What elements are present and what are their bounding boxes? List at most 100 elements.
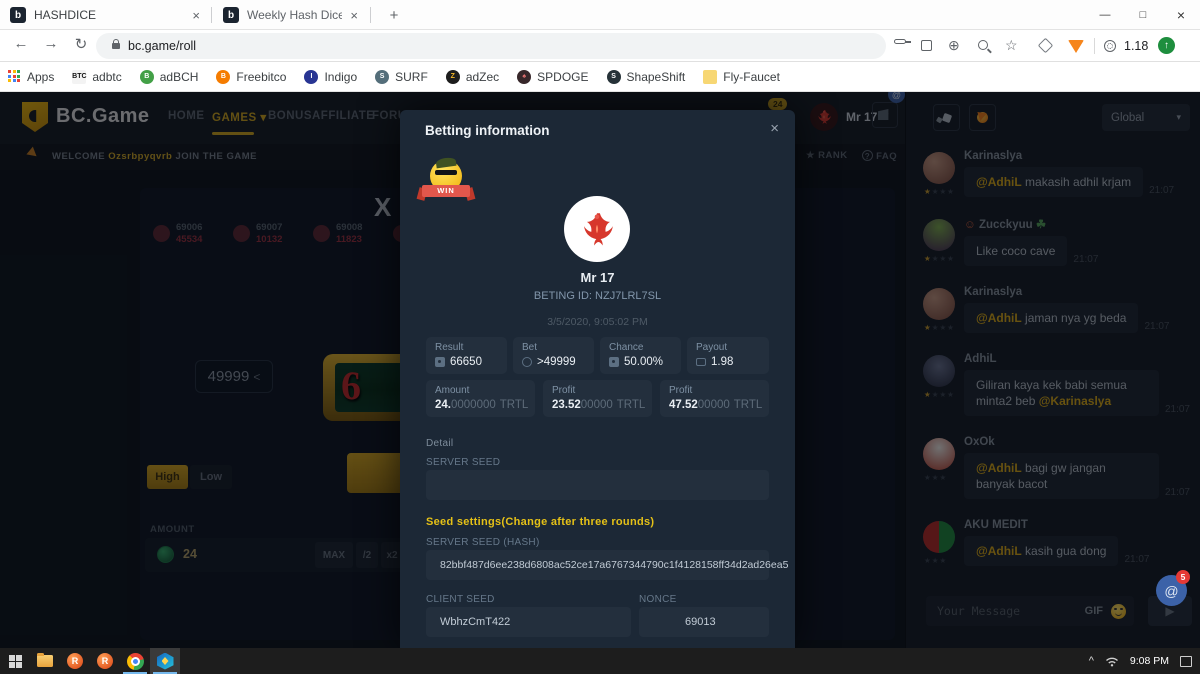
reload-icon[interactable]: ↻ (70, 35, 92, 53)
indigo-icon: I (304, 70, 318, 84)
r-app-icon: R (97, 653, 113, 669)
bookmark-star-icon[interactable]: ☆ (1005, 37, 1018, 54)
minimize-button[interactable]: — (1086, 0, 1124, 30)
bookmark-label: Freebitco (236, 70, 286, 84)
bookmark-shapeshift[interactable]: SShapeShift (607, 70, 686, 84)
bookmark-freebitco[interactable]: BFreebitco (216, 70, 286, 84)
system-tray: ^ 9:08 PM (1089, 648, 1192, 674)
tab-title: HASHDICE (34, 8, 184, 22)
active-app-button[interactable] (150, 648, 180, 674)
screen: b HASHDICE × b Weekly Hash Dice Challeng… (0, 0, 1200, 674)
bookmark-label: SURF (395, 70, 428, 84)
windows-taskbar: R R ^ 9:08 PM (0, 648, 1200, 674)
chrome-taskbar-button[interactable] (120, 648, 150, 674)
app-r2-button[interactable]: R (90, 648, 120, 674)
mention-count-badge: 5 (1176, 570, 1190, 584)
bookmark-indigo[interactable]: IIndigo (304, 70, 357, 84)
new-tab-button[interactable]: + (380, 0, 408, 30)
surf-icon: S (375, 70, 389, 84)
betting-info-modal: Betting information × WIN Mr 17 BETING I… (400, 110, 795, 648)
extension-cube-icon[interactable] (1040, 40, 1051, 51)
spdoge-icon: ♠ (517, 70, 531, 84)
tab-close-icon[interactable]: × (192, 8, 200, 23)
mentions-button[interactable]: @ 5 (1156, 575, 1187, 606)
bookmark-surf[interactable]: S SURF (375, 70, 428, 84)
price-ticker-icon[interactable] (1104, 40, 1116, 52)
tab-close-icon[interactable]: × (350, 8, 358, 23)
bookmark-label: adBCH (160, 70, 199, 84)
win-ribbon: WIN (422, 185, 470, 197)
bookmark-adbtc[interactable]: BTCadbtc (72, 70, 121, 84)
server-seed-hash-field[interactable]: 82bbf487d6ee238d6808ac52ce17a6767344790c… (426, 550, 769, 580)
update-icon[interactable]: ↑ (1158, 37, 1175, 54)
price-badge: 1.18 (1124, 39, 1148, 53)
folder-icon (37, 655, 53, 667)
currency-label: TRTL (617, 399, 646, 411)
url-text[interactable]: bc.game/roll (128, 39, 196, 53)
site-favicon: b (223, 7, 239, 23)
amount-bold: 24. (435, 399, 451, 411)
back-icon[interactable]: ← (10, 35, 32, 52)
wifi-icon[interactable] (1105, 655, 1119, 667)
address-bar[interactable]: bc.game/roll (96, 33, 886, 59)
stat-chance: Chance 50.00% (600, 337, 681, 374)
tab-separator (211, 7, 212, 23)
zoom-in-icon[interactable]: ⊕ (948, 37, 960, 54)
window-close-button[interactable]: × (1162, 0, 1200, 30)
maximize-button[interactable]: □ (1124, 0, 1162, 30)
betting-id: BETING ID: NZJ7LRL7SL (400, 290, 795, 302)
page-content: BC.Game HOME GAMES ▾ BONUS AFFILIATE FOR… (0, 92, 1200, 648)
server-seed-field[interactable] (426, 470, 769, 500)
bookmark-adzec[interactable]: ZadZec (446, 70, 499, 84)
stat-label: Profit (552, 385, 643, 396)
app-icon (157, 653, 174, 670)
bet-date: 3/5/2020, 9:05:02 PM (400, 316, 795, 328)
stat-label: Amount (435, 385, 526, 396)
external-icon[interactable] (921, 40, 932, 51)
bookmark-label: Apps (27, 70, 54, 84)
coin-icon (522, 357, 532, 367)
cards-icon (696, 358, 706, 366)
adzec-icon: Z (446, 70, 460, 84)
nonce-label: NONCE (639, 594, 677, 605)
stat-label: Profit (669, 385, 760, 396)
player-name: Mr 17 (400, 270, 795, 285)
file-explorer-button[interactable] (30, 648, 60, 674)
search-icon[interactable] (978, 40, 988, 50)
stat-profit-2: Profit 47.5200000TRTL (660, 380, 769, 417)
stat-payout: Payout 1.98 (687, 337, 769, 374)
r-app-icon: R (67, 653, 83, 669)
bookmark-apps[interactable]: Apps (8, 70, 54, 84)
bookmark-label: Fly-Faucet (723, 70, 780, 84)
metamask-fox-icon[interactable] (1068, 40, 1084, 53)
start-button[interactable] (0, 648, 30, 674)
bookmark-spdoge[interactable]: ♠ SPDOGE (517, 70, 588, 84)
bookmark-label: adbtc (92, 70, 121, 84)
tab-hashdice[interactable]: b HASHDICE × (0, 0, 210, 30)
bookmark-label: ShapeShift (627, 70, 686, 84)
chrome-icon (127, 653, 144, 670)
tab-weekly-challenge[interactable]: b Weekly Hash Dice Challenge - Se × (213, 0, 368, 30)
amount-dim: 00000 (698, 399, 730, 411)
tray-chevron-icon[interactable]: ^ (1089, 655, 1094, 667)
taskbar-clock[interactable]: 9:08 PM (1130, 655, 1169, 667)
client-seed-field[interactable]: WbhzCmT422 (426, 607, 631, 637)
tab-title: Weekly Hash Dice Challenge - Se (247, 8, 342, 22)
stat-amount: Amount 24.0000000TRTL (426, 380, 535, 417)
stat-label: Result (435, 342, 498, 353)
modal-close-icon[interactable]: × (770, 120, 779, 137)
bookmark-label: SPDOGE (537, 70, 588, 84)
bookmark-adbch[interactable]: BadBCH (140, 70, 199, 84)
seed-settings-heading: Seed settings(Change after three rounds) (426, 516, 654, 528)
app-r1-button[interactable]: R (60, 648, 90, 674)
amount-dim: 00000 (581, 399, 613, 411)
lock-icon (112, 43, 120, 49)
apps-grid-icon (8, 70, 21, 83)
action-center-icon[interactable] (1180, 656, 1192, 667)
bookmark-flyfaucet[interactable]: Fly-Faucet (703, 70, 780, 84)
detail-label: Detail (426, 438, 453, 449)
key-icon[interactable] (894, 39, 906, 44)
player-avatar[interactable] (564, 196, 630, 262)
forward-icon[interactable]: → (40, 35, 62, 52)
nonce-field[interactable]: 69013 (639, 607, 769, 637)
